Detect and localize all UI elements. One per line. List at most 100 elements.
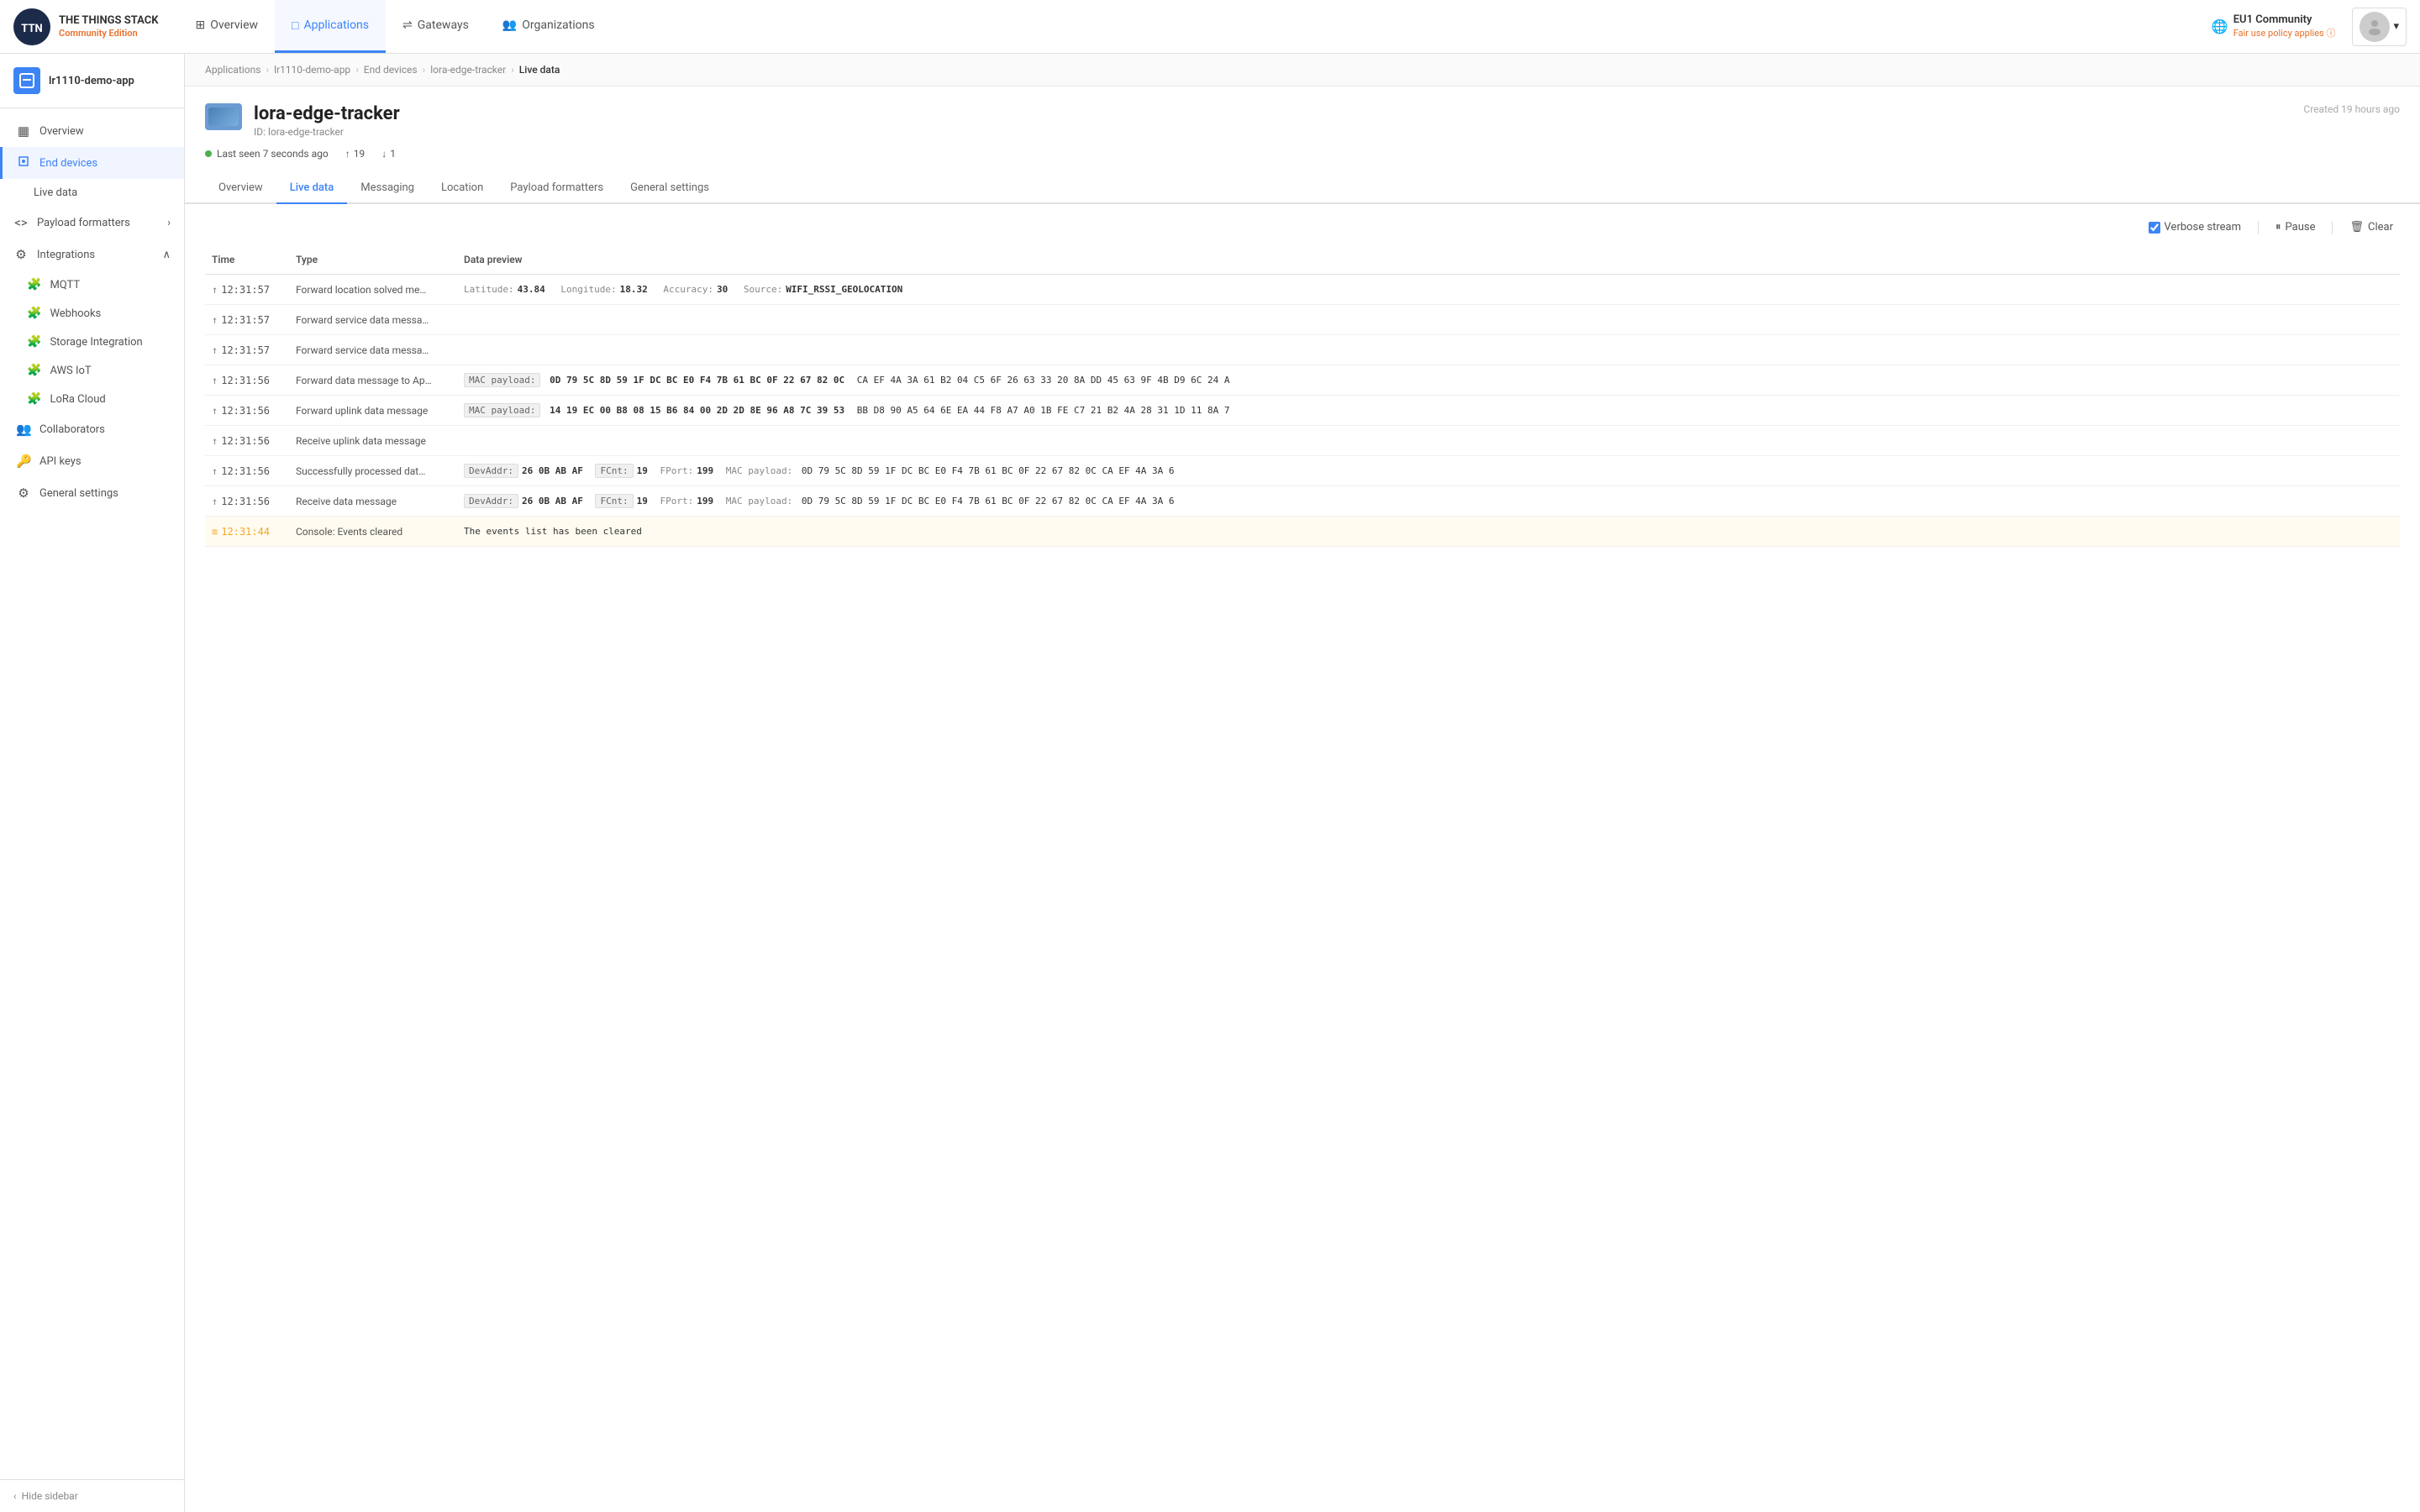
verbose-checkbox[interactable] bbox=[2149, 222, 2160, 234]
downlink-count: ↓ 1 bbox=[381, 148, 396, 160]
table-row[interactable]: ↑12:31:56 Forward uplink data message MA… bbox=[205, 396, 2400, 426]
breadcrumb-sep-4: › bbox=[511, 64, 514, 76]
verbose-stream-toggle[interactable]: Verbose stream bbox=[2142, 218, 2248, 237]
table-row-cleared[interactable]: ≡12:31:44 Console: Events cleared The ev… bbox=[205, 517, 2400, 547]
down-arrow-icon: ↓ bbox=[381, 148, 387, 160]
cell-data-1: Latitude:43.84 Longitude:18.32 Accuracy:… bbox=[457, 279, 2400, 300]
sidebar-item-collaborators[interactable]: 👥 Collaborators bbox=[0, 413, 184, 445]
nav-item-gateways[interactable]: ⇌ Gateways bbox=[386, 0, 486, 53]
device-name-block: lora-edge-tracker ID: lora-edge-tracker bbox=[254, 103, 2291, 138]
breadcrumb-current: Live data bbox=[519, 64, 560, 76]
cell-time-9: ≡12:31:44 bbox=[205, 521, 289, 543]
header-type: Type bbox=[289, 250, 457, 269]
cell-data-8: DevAddr:26 0B AB AF FCnt:19 FPort:199 MA… bbox=[457, 489, 2400, 513]
cell-data-9: The events list has been cleared bbox=[457, 521, 2400, 542]
sidebar-footer: ‹ Hide sidebar bbox=[0, 1479, 184, 1512]
breadcrumb-sep-2: › bbox=[355, 64, 359, 76]
hide-sidebar-button[interactable]: ‹ Hide sidebar bbox=[13, 1490, 171, 1502]
integrations-submenu: 🧩 MQTT 🧩 Webhooks 🧩 Storage Integration … bbox=[0, 270, 184, 413]
sidebar-item-general-settings[interactable]: ⚙ General settings bbox=[0, 477, 184, 509]
general-settings-label: General settings bbox=[39, 487, 118, 500]
nav-item-organizations[interactable]: 👥 Organizations bbox=[486, 0, 612, 53]
main-content: Applications › lr1110-demo-app › End dev… bbox=[185, 54, 2420, 1512]
ttn-logo-icon: TTN bbox=[13, 8, 50, 45]
logo-area: TTN THE THINGS STACK Community Edition bbox=[13, 8, 159, 45]
up-arrow-8: ↑ bbox=[212, 496, 218, 507]
aws-icon: 🧩 bbox=[27, 364, 41, 377]
cell-type-5: Forward uplink data message bbox=[289, 400, 457, 422]
table-row[interactable]: ↑12:31:57 Forward location solved me… La… bbox=[205, 275, 2400, 305]
api-keys-label: API keys bbox=[39, 455, 82, 468]
cell-data-4: MAC payload: 0D 79 5C 8D 59 1F DC BC E0 … bbox=[457, 368, 2400, 392]
device-meta: Last seen 7 seconds ago ↑ 19 ↓ 1 bbox=[205, 148, 2400, 160]
breadcrumb-app[interactable]: lr1110-demo-app bbox=[274, 64, 350, 76]
sidebar-item-integrations[interactable]: ⚙ Integrations ∧ bbox=[0, 239, 184, 270]
breadcrumb-end-devices[interactable]: End devices bbox=[364, 64, 418, 76]
clear-button[interactable]: 🗑 Clear bbox=[2343, 218, 2400, 237]
cell-type-9: Console: Events cleared bbox=[289, 521, 457, 543]
sidebar-item-api-keys[interactable]: 🔑 API keys bbox=[0, 445, 184, 477]
cell-type-7: Successfully processed dat… bbox=[289, 460, 457, 482]
table-row[interactable]: ↑12:31:56 Successfully processed dat… De… bbox=[205, 456, 2400, 486]
sidebar-item-overview[interactable]: ▦ Overview bbox=[0, 115, 184, 147]
cell-type-8: Receive data message bbox=[289, 491, 457, 512]
svg-text:TTN: TTN bbox=[21, 23, 42, 35]
sidebar-item-end-devices[interactable]: End devices bbox=[0, 147, 184, 179]
nav-item-overview[interactable]: ⊞ Overview bbox=[179, 0, 275, 53]
table-row[interactable]: ↑12:31:57 Forward service data messa… bbox=[205, 335, 2400, 365]
cell-data-5: MAC payload: 14 19 EC 00 B8 08 15 B6 84 … bbox=[457, 398, 2400, 423]
cell-time-4: ↑12:31:56 bbox=[205, 370, 289, 391]
table-row[interactable]: ↑12:31:56 Forward data message to Ap… MA… bbox=[205, 365, 2400, 396]
table-row[interactable]: ↑12:31:56 Receive uplink data message bbox=[205, 426, 2400, 456]
tab-live-data[interactable]: Live data bbox=[276, 173, 348, 204]
mqtt-icon: 🧩 bbox=[27, 278, 41, 291]
fair-use-help-icon: ⓘ bbox=[2326, 28, 2335, 39]
device-title-row: lora-edge-tracker ID: lora-edge-tracker … bbox=[205, 103, 2400, 138]
nav-item-applications[interactable]: □ Applications bbox=[275, 0, 386, 53]
sidebar-item-mqtt[interactable]: 🧩 MQTT bbox=[13, 270, 184, 299]
user-dropdown[interactable]: ▾ bbox=[2352, 8, 2407, 46]
api-keys-icon: 🔑 bbox=[16, 454, 31, 469]
region-name: EU1 Community bbox=[2233, 13, 2312, 26]
sidebar-end-devices-label: End devices bbox=[39, 157, 97, 170]
tab-messaging[interactable]: Messaging bbox=[347, 173, 428, 204]
sidebar-item-payload-formatters[interactable]: <> Payload formatters › bbox=[0, 207, 184, 239]
table-row[interactable]: ↑12:31:56 Receive data message DevAddr:2… bbox=[205, 486, 2400, 517]
payload-formatters-left: <> Payload formatters bbox=[13, 215, 130, 230]
overview-icon: ⊞ bbox=[196, 18, 206, 32]
up-arrow-2: ↑ bbox=[212, 314, 218, 326]
breadcrumb-applications[interactable]: Applications bbox=[205, 64, 260, 76]
sidebar-app-header: lr1110-demo-app bbox=[0, 54, 184, 108]
cell-type-3: Forward service data messa… bbox=[289, 339, 457, 361]
table-row[interactable]: ↑12:31:57 Forward service data messa… bbox=[205, 305, 2400, 335]
device-created: Created 19 hours ago bbox=[2303, 103, 2400, 115]
region-details: EU1 Community Fair use policy applies ⓘ bbox=[2233, 13, 2336, 39]
toolbar-separator-2 bbox=[2332, 221, 2333, 234]
sidebar-live-data-label: Live data bbox=[34, 186, 77, 199]
status-dot bbox=[205, 150, 212, 157]
sidebar-item-webhooks[interactable]: 🧩 Webhooks bbox=[13, 299, 184, 328]
gateways-icon: ⇌ bbox=[402, 18, 413, 32]
tab-payload-formatters[interactable]: Payload formatters bbox=[497, 173, 617, 204]
pause-button[interactable]: ⏸ Pause bbox=[2269, 218, 2322, 237]
data-table: Time Type Data preview ↑12:31:57 Forward… bbox=[205, 245, 2400, 1512]
tab-location[interactable]: Location bbox=[428, 173, 497, 204]
breadcrumb-device[interactable]: lora-edge-tracker bbox=[430, 64, 506, 76]
tab-overview[interactable]: Overview bbox=[205, 173, 276, 204]
storage-label: Storage Integration bbox=[50, 336, 142, 349]
hide-sidebar-label: Hide sidebar bbox=[22, 1490, 78, 1502]
tab-general-settings[interactable]: General settings bbox=[617, 173, 723, 204]
sidebar-item-lora-cloud[interactable]: 🧩 LoRa Cloud bbox=[13, 385, 184, 413]
integrations-icon: ⚙ bbox=[13, 247, 29, 262]
payload-chevron-icon: › bbox=[167, 217, 171, 229]
cell-time-1: ↑12:31:57 bbox=[205, 279, 289, 301]
sidebar-item-storage[interactable]: 🧩 Storage Integration bbox=[13, 328, 184, 356]
sidebar-item-live-data[interactable]: Live data bbox=[0, 179, 184, 207]
main-navigation: ⊞ Overview □ Applications ⇌ Gateways 👥 O… bbox=[179, 0, 612, 53]
up-arrow-1: ↑ bbox=[212, 284, 218, 296]
warn-icon: ≡ bbox=[212, 526, 218, 538]
sidebar-item-aws-iot[interactable]: 🧩 AWS IoT bbox=[13, 356, 184, 385]
up-arrow-7: ↑ bbox=[212, 465, 218, 477]
live-data-panel: Verbose stream ⏸ Pause 🗑 Clear Time Type bbox=[185, 204, 2420, 1512]
organizations-icon: 👥 bbox=[502, 18, 517, 32]
